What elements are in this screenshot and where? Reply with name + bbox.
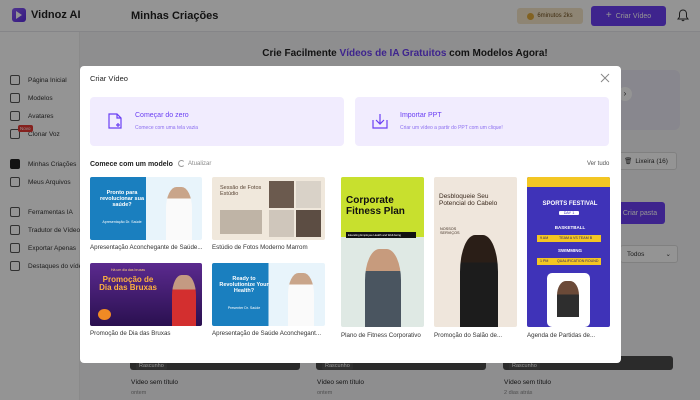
presenter-avatar [365,249,401,327]
template-thumb-sub: Elevating Employee Health and Well-being [346,232,416,238]
template-thumb-title: Sessão de Fotos Estúdio [220,185,262,197]
photo-tile [269,210,294,237]
template-thumb-sub: Apresentação Dr. Saúde [102,220,142,224]
import-ppt-option[interactable]: Importar PPT Criar um vídeo a partir do … [355,97,609,146]
photo-tile [296,210,321,237]
template-thumb-sub: NOSSOS SERVIÇOS [440,227,460,235]
modal-title: Criar Vídeo [90,74,128,83]
photo-tile [220,210,262,234]
template-thumb-title: SPORTS FESTIVAL [542,201,598,207]
ppt-import-icon [372,114,388,129]
template-thumb-title: Pronto para revolucionar sua saúde? [99,190,145,208]
template-thumb-title: Ready to Revolutionize Your Health? [219,276,269,294]
presenter-avatar [172,275,196,326]
event-time: 1 PM [540,259,549,263]
template-card-halloween[interactable]: Há um dia das bruxas Promoção de Dia das… [90,263,202,326]
event-row: 1 PM QUALIFICATION ROUND [537,258,601,265]
thumb-stripe [527,177,610,187]
create-video-modal: Criar Vídeo Começar do zero Comece com u… [80,66,621,363]
template-label: Promoção do Salão de... [434,332,503,339]
template-label: Estúdio de Fotos Moderno Marrom [212,244,308,251]
presenter-avatar [288,273,314,326]
presenter-avatar [460,235,498,327]
event-row: 9 AM TEAM A VS TEAM B [537,235,601,242]
template-thumb-sub: Há um dia das bruxas [110,268,146,272]
template-card-health-en[interactable]: Ready to Revolutionize Your Health? Pres… [212,263,325,326]
template-card-fitness[interactable]: Corporate Fitness Plan Elevating Employe… [341,177,424,327]
presenter-avatar [166,187,192,240]
event-teams: TEAM A VS TEAM B [559,236,593,240]
template-card-salon[interactable]: Desbloqueie Seu Potencial do Cabelo NOSS… [434,177,517,327]
template-label: Apresentação Aconchegante de Saúde... [90,244,203,251]
blank-canvas-icon [108,113,122,129]
photo-tile [296,181,321,208]
template-label: Apresentação de Saúde Aconchegant... [212,330,322,337]
photo-tile [269,181,294,208]
refresh-icon [178,160,185,167]
template-label: Agenda de Partidas de... [527,332,596,339]
event-time: 9 AM [540,236,549,240]
event-teams: QUALIFICATION ROUND [557,259,599,263]
presenter-avatar [557,281,579,317]
template-card-sports[interactable]: SPORTS FESTIVAL DAY 1 BASKETBALL 9 AM TE… [527,177,610,327]
event-name: BASKETBALL [554,225,586,230]
template-thumb-sub: Presenter Dr. Saúde [227,306,261,310]
see-all-link[interactable]: Ver tudo [587,161,609,167]
option-title: Começar do zero [135,112,189,119]
event-name: SWIMMING [558,248,582,253]
template-thumb-title: Corporate Fitness Plan [346,195,405,217]
pumpkin-icon [98,309,111,320]
option-subtitle: Criar um vídeo a partir do PPT com um cl… [400,125,503,131]
start-from-scratch-option[interactable]: Começar do zero Comece com uma tela vazi… [90,97,344,146]
close-icon[interactable] [600,73,610,83]
section-label: Comece com um modelo [90,161,173,168]
template-thumb-sub: DAY 1 [559,211,579,215]
template-card-health[interactable]: Pronto para revolucionar sua saúde? Apre… [90,177,202,240]
template-thumb-title: Desbloqueie Seu Potencial do Cabelo [439,193,498,207]
template-label: Plano de Fitness Corporativo [341,332,421,339]
refresh-label: Atualizar [188,160,212,167]
option-title: Importar PPT [400,112,442,119]
refresh-button[interactable]: Atualizar [178,160,211,167]
option-subtitle: Comece com uma tela vazia [135,125,199,131]
template-card-photo-studio[interactable]: Sessão de Fotos Estúdio [212,177,325,240]
template-thumb-title: Promoção de Dia das Bruxas [99,275,157,293]
template-label: Promoção de Dia das Bruxas [90,330,171,337]
